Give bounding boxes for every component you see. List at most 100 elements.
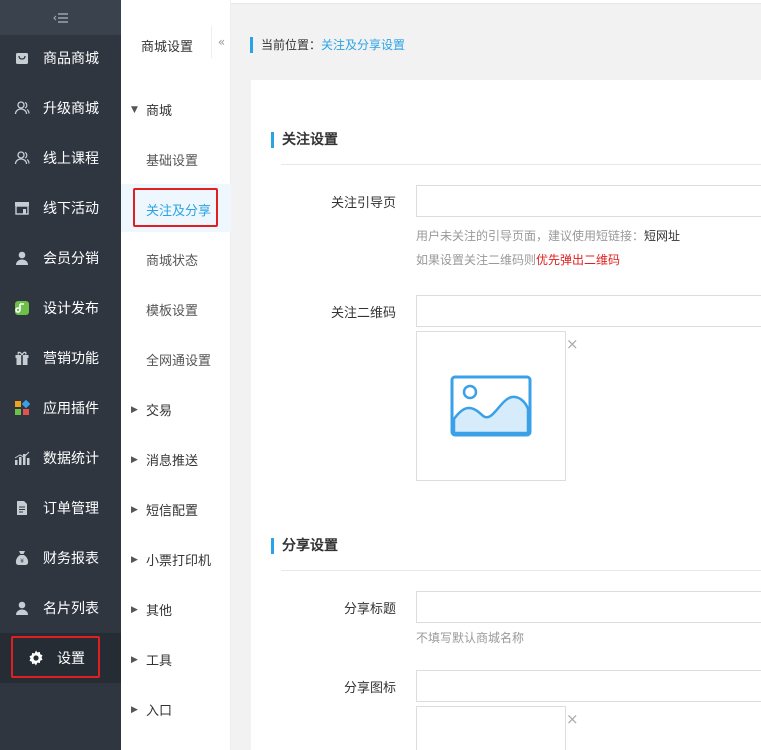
sidebar-item-label: 升级商城 xyxy=(43,101,99,117)
subnav-group-entry[interactable]: ▶ 入口 xyxy=(131,700,172,719)
caret-right-icon: ▶ xyxy=(131,604,138,615)
guide-page-hint: 用户未关注的引导页面，建议使用短链接：短网址 xyxy=(416,227,680,244)
remove-image-icon[interactable]: × xyxy=(566,337,579,352)
sidebar-item-label: 名片列表 xyxy=(43,601,99,617)
hint-emphasis: 优先弹出二维码 xyxy=(536,253,621,267)
share-icon-input[interactable] xyxy=(416,670,761,702)
guide-page-label: 关注引导页 xyxy=(330,196,396,211)
sidebar-item-label: 财务报表 xyxy=(43,551,99,567)
subnav-item-basic[interactable]: 基础设置 xyxy=(146,150,198,169)
caret-right-icon: ▶ xyxy=(131,704,138,715)
subnav-group-mall[interactable]: ▼ 商城 xyxy=(131,100,172,119)
users-icon xyxy=(13,99,31,117)
subnav-item-status[interactable]: 商城状态 xyxy=(146,250,198,269)
secondary-sidebar: 商城设置 « ▼ 商城 基础设置 关注及分享 商城状态 模板设置 全网通设置 ▶… xyxy=(121,0,231,750)
sidebar-item-label: 会员分销 xyxy=(43,251,99,267)
sidebar-collapse-button[interactable] xyxy=(0,0,121,35)
follow-section-title: 关注设置 xyxy=(271,132,338,148)
subnav-group-label: 交易 xyxy=(146,404,173,419)
qr-hint: 如果设置关注二维码则优先弹出二维码 xyxy=(416,251,620,268)
user-icon xyxy=(13,599,31,617)
share-icon-upload[interactable] xyxy=(416,706,566,750)
image-placeholder-icon xyxy=(450,375,532,437)
highlight-box xyxy=(11,636,100,678)
sidebar-item-label: 数据统计 xyxy=(43,451,99,467)
caret-right-icon: ▶ xyxy=(131,454,138,465)
sidebar-item-label: 应用插件 xyxy=(43,401,99,417)
hint-text: 如果设置关注二维码则 xyxy=(416,253,537,267)
subnav-group-trade[interactable]: ▶ 交易 xyxy=(131,400,172,419)
shopping-bag-icon xyxy=(13,49,31,67)
sidebar-item-9[interactable]: 订单管理 xyxy=(0,483,121,533)
users-icon xyxy=(13,149,31,167)
breadcrumb-prefix: 当前位置： xyxy=(261,38,322,52)
caret-right-icon: ▶ xyxy=(131,654,138,665)
subnav-group-sms[interactable]: ▶ 短信配置 xyxy=(131,500,198,519)
money-bag-icon: ¥ xyxy=(13,549,31,567)
subnav-group-label: 小票打印机 xyxy=(146,554,212,569)
sidebar-item-4[interactable]: 会员分销 xyxy=(0,233,121,283)
share-icon-label: 分享图标 xyxy=(343,681,396,696)
apps-grid-icon xyxy=(13,399,31,417)
caret-down-icon: ▼ xyxy=(131,104,138,115)
sidebar-item-11[interactable]: 名片列表 xyxy=(0,583,121,633)
sidebar-item-label: 线上课程 xyxy=(43,151,99,167)
subnav-group-label: 商城 xyxy=(146,104,173,119)
gift-icon xyxy=(13,349,31,367)
collapse-icon xyxy=(52,12,68,23)
breadcrumb: 当前位置：关注及分享设置 xyxy=(250,37,405,53)
document-icon xyxy=(13,499,31,517)
top-bar xyxy=(231,0,761,4)
sidebar-item-6[interactable]: 营销功能 xyxy=(0,333,121,383)
store-icon xyxy=(13,199,31,217)
subnav-group-label: 其他 xyxy=(146,604,173,619)
sidebar-item-12[interactable]: 设置 xyxy=(0,633,121,683)
bar-chart-icon xyxy=(13,449,31,467)
user-icon xyxy=(13,249,31,267)
divider xyxy=(281,570,761,571)
design-app-icon xyxy=(13,299,31,317)
remove-image-icon[interactable]: × xyxy=(566,712,579,727)
sidebar-item-label: 线下活动 xyxy=(43,201,99,217)
qr-image-upload[interactable] xyxy=(416,331,566,481)
subnav-title: 商城设置 xyxy=(141,40,194,55)
sidebar-item-label: 订单管理 xyxy=(43,501,99,517)
sidebar-item-10[interactable]: ¥ 财务报表 xyxy=(0,533,121,583)
caret-right-icon: ▶ xyxy=(131,554,138,565)
qr-code-label: 关注二维码 xyxy=(330,306,396,321)
caret-right-icon: ▶ xyxy=(131,504,138,515)
share-title-label: 分享标题 xyxy=(343,602,396,617)
sidebar-item-5[interactable]: 设计发布 xyxy=(0,283,121,333)
subnav-item-omni[interactable]: 全网通设置 xyxy=(146,350,211,369)
share-section-title: 分享设置 xyxy=(271,538,338,554)
sidebar-item-3[interactable]: 线下活动 xyxy=(0,183,121,233)
short-url-link[interactable]: 短网址 xyxy=(644,229,680,243)
sidebar-item-8[interactable]: 数据统计 xyxy=(0,433,121,483)
subnav-group-push[interactable]: ▶ 消息推送 xyxy=(131,450,198,469)
sidebar-item-label: 商品商城 xyxy=(43,51,99,67)
subnav-group-label: 短信配置 xyxy=(146,504,199,519)
share-title-hint: 不填写默认商城名称 xyxy=(416,631,525,645)
sidebar-item-0[interactable]: 商品商城 xyxy=(0,33,121,83)
breadcrumb-current[interactable]: 关注及分享设置 xyxy=(321,38,405,52)
highlight-box xyxy=(133,188,218,227)
sidebar-item-label: 营销功能 xyxy=(43,351,99,367)
subnav-group-other[interactable]: ▶ 其他 xyxy=(131,600,172,619)
fold-subnav-button[interactable]: « xyxy=(211,26,231,58)
subnav-group-label: 工具 xyxy=(146,654,173,669)
svg-text:¥: ¥ xyxy=(20,558,24,565)
sidebar-item-2[interactable]: 线上课程 xyxy=(0,133,121,183)
subnav-item-template[interactable]: 模板设置 xyxy=(146,300,198,319)
subnav-group-printer[interactable]: ▶ 小票打印机 xyxy=(131,550,211,569)
subnav-group-tools[interactable]: ▶ 工具 xyxy=(131,650,172,669)
share-title-input[interactable] xyxy=(416,591,761,623)
sidebar-item-label: 设计发布 xyxy=(43,301,99,317)
sidebar-item-7[interactable]: 应用插件 xyxy=(0,383,121,433)
caret-right-icon: ▶ xyxy=(131,404,138,415)
subnav-group-label: 入口 xyxy=(146,704,173,719)
sidebar-item-1[interactable]: 升级商城 xyxy=(0,83,121,133)
guide-page-input[interactable] xyxy=(416,185,761,217)
hint-text: 用户未关注的引导页面，建议使用短链接： xyxy=(416,229,645,243)
divider xyxy=(281,164,761,165)
qr-code-input[interactable] xyxy=(416,295,761,327)
